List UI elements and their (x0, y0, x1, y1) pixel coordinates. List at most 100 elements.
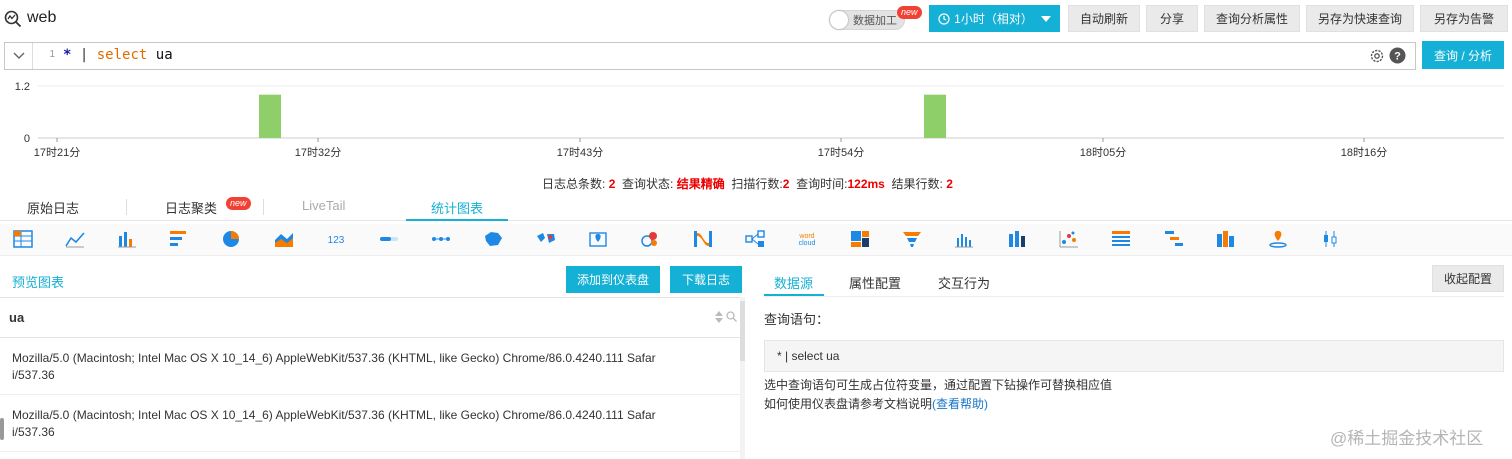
line-chart-icon[interactable] (64, 228, 86, 250)
query-collapse-toggle[interactable] (5, 43, 33, 69)
cell-line: i/537.36 (12, 425, 55, 439)
pie-chart-icon[interactable] (220, 228, 242, 250)
tab-interaction[interactable]: 交互行为 (938, 273, 990, 292)
add-to-dashboard-button[interactable]: 添加到仪表盘 (566, 266, 660, 293)
toggle-label: 数据加工 (853, 15, 897, 27)
svg-text:123: 123 (328, 235, 345, 246)
stacked-bar-icon[interactable] (1006, 228, 1028, 250)
sunburst-icon[interactable] (1215, 228, 1237, 250)
column-header-ua: ua (9, 310, 25, 325)
chart-type-toolbar: 123 word cloud (0, 224, 1512, 256)
new-badge: new (897, 6, 922, 19)
bar-chart-icon[interactable] (116, 228, 138, 250)
download-logs-button[interactable]: 下载日志 (670, 266, 742, 293)
svg-text:word: word (798, 233, 814, 240)
clustering-new-badge: new (226, 197, 251, 210)
x-axis-tick-label: 17时32分 (295, 146, 341, 159)
tab-log-clustering[interactable]: 日志聚类 (165, 198, 217, 217)
cell-line: Mozilla/5.0 (Macintosh; Intel Mac OS X 1… (12, 408, 656, 422)
dashboard-help-hint: 如何使用仪表盘请参考文档说明(查看帮助) (764, 395, 988, 412)
collapse-config-label: 收起配置 (1443, 272, 1492, 286)
add-to-dashboard-label: 添加到仪表盘 (576, 273, 649, 287)
settings-gear-icon[interactable] (1369, 48, 1385, 64)
table-scrollbar[interactable] (740, 297, 745, 459)
collapse-config-button[interactable]: 收起配置 (1432, 265, 1504, 292)
sort-icon[interactable] (715, 311, 723, 323)
save-quick-query-label: 另存为快速查询 (1317, 12, 1402, 26)
query-text[interactable]: * | select ua (63, 47, 173, 63)
save-alert-button[interactable]: 另存为告警 (1420, 5, 1508, 32)
query-properties-label: 查询分析属性 (1215, 12, 1288, 26)
bubble-icon[interactable] (639, 228, 661, 250)
histogram-bar[interactable] (259, 94, 281, 138)
candlestick-icon[interactable] (1320, 228, 1342, 250)
funnel-icon[interactable] (901, 228, 923, 250)
word-cloud-icon[interactable]: word cloud (796, 228, 818, 250)
query-analyze-button[interactable]: 查询 / 分析 (1422, 41, 1504, 69)
scrollbar-thumb[interactable] (740, 301, 745, 361)
histogram-icon[interactable] (953, 228, 975, 250)
share-label: 分享 (1159, 12, 1184, 26)
table-icon[interactable] (12, 228, 34, 250)
world-map-icon[interactable] (535, 228, 557, 250)
auto-refresh-button[interactable]: 自动刷新 (1068, 5, 1140, 32)
share-button[interactable]: 分享 (1146, 5, 1198, 32)
tab-divider (126, 199, 127, 215)
help-icon[interactable]: ? (1389, 47, 1406, 64)
area-chart-icon[interactable] (273, 228, 295, 250)
watermark: @稀土掘金技术社区 (1330, 429, 1484, 448)
view-help-link[interactable]: (查看帮助) (932, 397, 988, 411)
topology-icon[interactable] (744, 228, 766, 250)
rows-label: 结果行数: (891, 177, 943, 191)
tab-property-config[interactable]: 属性配置 (849, 273, 901, 292)
gantt-icon[interactable] (1163, 228, 1185, 250)
tab-livetail[interactable]: LiveTail (302, 198, 345, 213)
search-icon[interactable] (726, 311, 737, 322)
status-value: 结果精确 (676, 177, 725, 191)
histogram-bars (259, 94, 946, 138)
amap-icon[interactable] (587, 228, 609, 250)
time-range-selector[interactable]: 1小时（相对） (929, 5, 1060, 32)
clock-icon (938, 12, 950, 25)
help-text: 如何使用仪表盘请参考文档说明 (764, 397, 933, 411)
save-quick-query-button[interactable]: 另存为快速查询 (1306, 5, 1414, 32)
config-divider (764, 296, 1504, 297)
svg-text:cloud: cloud (799, 240, 816, 247)
query-statement-box[interactable]: * | select ua (764, 340, 1504, 372)
total-count-label: 日志总条数: (542, 177, 606, 191)
sankey-icon[interactable] (692, 228, 714, 250)
table-row[interactable]: Mozilla/5.0 (Macintosh; Intel Mac OS X 1… (0, 395, 745, 452)
query-analyze-label: 查询 / 分析 (1433, 48, 1492, 63)
x-axis-tick-label: 17时21分 (34, 146, 80, 159)
side-drag-handle[interactable] (0, 418, 4, 440)
x-axis-tick-label: 18时16分 (1341, 146, 1387, 159)
data-processing-toggle[interactable]: 数据加工 (829, 10, 905, 30)
svg-text:?: ? (1394, 51, 1401, 63)
result-table: ua Mozilla/5.0 (Macintosh; Intel Mac OS … (0, 297, 745, 459)
preview-chart-title: 预览图表 (12, 275, 65, 290)
time-label: 查询时间: (796, 177, 848, 191)
query-properties-button[interactable]: 查询分析属性 (1204, 5, 1300, 32)
tab-data-source[interactable]: 数据源 (774, 273, 813, 292)
crosstab-icon[interactable] (1110, 228, 1132, 250)
scatter-icon[interactable] (1058, 228, 1080, 250)
toggle-knob (830, 11, 848, 29)
table-header: ua (0, 298, 745, 338)
single-value-icon[interactable]: 123 (325, 228, 347, 250)
progress-bar-icon[interactable] (378, 228, 400, 250)
tab-raw-logs[interactable]: 原始日志 (27, 198, 79, 217)
histogram-bar[interactable] (924, 94, 946, 138)
treemap-icon[interactable] (849, 228, 871, 250)
query-statistics: 日志总条数: 2 查询状态: 结果精确 扫描行数:2 查询时间:122ms 结果… (542, 175, 953, 192)
location-icon[interactable] (1267, 228, 1289, 250)
log-histogram[interactable]: 1.2 0 17时21分 17时32分 17时43分 17时54分 18时05分 18时1… (0, 74, 1512, 174)
histogram-ticks: 17时21分 17时32分 17时43分 17时54分 18时05分 18时16分 (34, 138, 1387, 159)
table-row[interactable]: Mozilla/5.0 (Macintosh; Intel Mac OS X 1… (0, 338, 745, 395)
tab-divider (263, 199, 264, 215)
tab-statistics-chart[interactable]: 统计图表 (431, 198, 483, 217)
china-map-icon[interactable] (482, 228, 504, 250)
query-editor[interactable]: 1 * | select ua ? (4, 42, 1416, 70)
query-statement-label: 查询语句： (764, 312, 830, 327)
horizontal-bar-icon[interactable] (168, 228, 190, 250)
flow-chart-icon[interactable] (430, 228, 452, 250)
